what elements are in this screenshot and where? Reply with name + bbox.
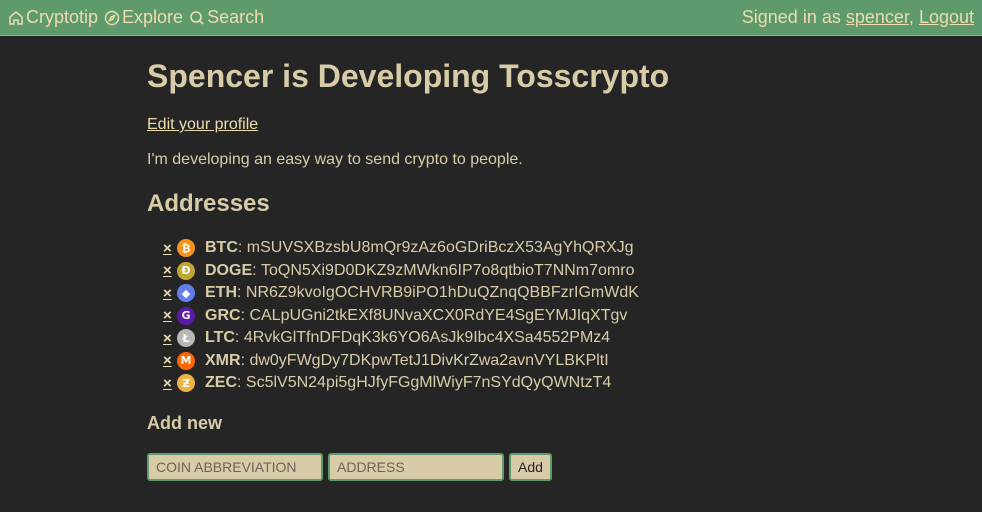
page-title: Spencer is Developing Tosscrypto [147,58,670,94]
remove-button[interactable]: × [163,307,177,324]
xmr-icon: M [177,351,195,370]
compass-icon [104,10,120,25]
ltc-icon: Ł [177,329,195,348]
coin-ticker: LTC [205,329,235,347]
add-address-form: Add [147,453,552,481]
address-list: × ₿ BTC: mSUVSXBzsbU8mQr9zAz6oGDriBczX53… [163,237,639,395]
nav-search-link[interactable]: Search [189,7,264,28]
eth-icon: ◆ [177,284,195,303]
list-item: × Ð DOGE: ToQN5Xi9D0DKZ9zMWkn6IP7o8qtbio… [163,261,635,280]
username-link[interactable]: spencer [846,7,909,27]
nav-right: Signed in as spencer, Logout [742,7,974,28]
list-item: × ◆ ETH: NR6Z9kvoIgOCHVRB9iPO1hDuQZnqQBB… [163,284,639,303]
list-item: × Ƶ ZEC: Sc5lV5N24pi5gHJfyFGgMlWiyF7nSYd… [163,374,612,393]
top-nav-bar: Cryptotip Explore Search Signed in as sp… [0,0,982,36]
list-item: × G GRC: CALpUGni2tkEXf8UNvaXCX0RdYE4SgE… [163,306,628,325]
remove-button[interactable]: × [163,262,177,279]
doge-icon: Ð [177,261,195,280]
btc-icon: ₿ [177,239,195,258]
grc-icon: G [177,306,195,325]
brand-label: Cryptotip [26,7,99,27]
home-icon [9,10,23,25]
add-button[interactable]: Add [509,453,552,481]
coin-ticker: ETH [205,284,237,302]
address-input[interactable] [328,453,504,481]
logout-link[interactable]: Logout [919,7,974,27]
remove-button[interactable]: × [163,352,177,369]
list-item: × Ł LTC: 4RvkGlTfnDFDqK3k6YO6AsJk9Ibc4XS… [163,329,611,348]
list-item: × M XMR: dw0yFWgDy7DKpwTetJ1DivKrZwa2avn… [163,351,609,370]
remove-button[interactable]: × [163,240,177,257]
addresses-heading: Addresses [147,190,270,217]
edit-profile-link[interactable]: Edit your profile [147,116,258,134]
search-label: Search [207,7,265,27]
nav-left: Cryptotip Explore Search [8,7,264,28]
profile-bio: I'm developing an easy way to send crypt… [147,151,523,168]
nav-home-link[interactable]: Cryptotip [8,7,98,28]
coin-address: 4RvkGlTfnDFDqK3k6YO6AsJk9Ibc4XSa4552PMz4 [243,329,611,347]
remove-button[interactable]: × [163,375,177,392]
coin-address: Sc5lV5N24pi5gHJfyFGgMlWiyF7nSYdQyQWNtzT4 [245,374,612,392]
coin-abbreviation-input[interactable] [147,453,323,481]
coin-ticker: BTC [205,239,238,257]
remove-button[interactable]: × [163,285,177,302]
coin-ticker: ZEC [205,374,237,392]
explore-label: Explore [122,7,184,27]
add-new-heading: Add new [147,413,222,433]
coin-ticker: XMR [205,351,241,369]
remove-button[interactable]: × [163,330,177,347]
list-item: × ₿ BTC: mSUVSXBzsbU8mQr9zAz6oGDriBczX53… [163,239,634,258]
zec-icon: Ƶ [177,374,195,393]
coin-ticker: GRC [205,306,241,324]
signed-in-text: Signed in as [741,7,841,27]
coin-address: CALpUGni2tkEXf8UNvaXCX0RdYE4SgEYMJIqXTgv [249,306,628,324]
nav-explore-link[interactable]: Explore [104,7,183,28]
coin-address: mSUVSXBzsbU8mQr9zAz6oGDriBczX53AgYhQRXJg [246,239,634,257]
coin-ticker: DOGE [205,261,253,279]
coin-address: dw0yFWgDy7DKpwTetJ1DivKrZwa2avnVYLBKPltI [249,351,609,369]
coin-address: NR6Z9kvoIgOCHVRB9iPO1hDuQZnqQBBFzrIGmWdK [245,284,639,302]
search-icon [190,10,204,25]
nav-separator: , [908,7,914,27]
coin-address: ToQN5Xi9D0DKZ9zMWkn6IP7o8qtbioT7NNm7omro [261,261,635,279]
